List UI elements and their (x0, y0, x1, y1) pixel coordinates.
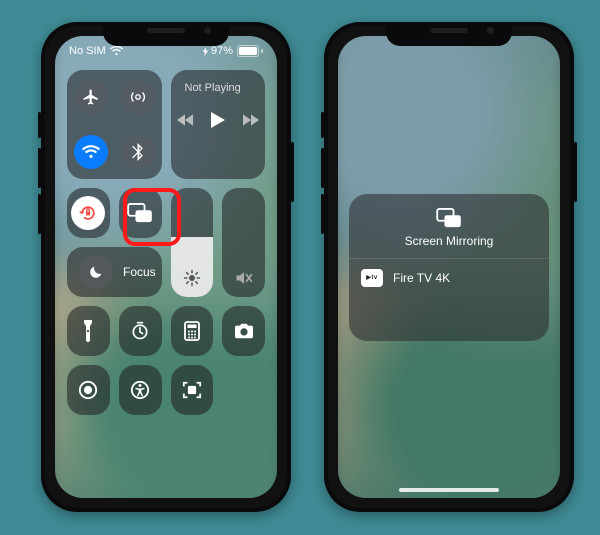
next-track-icon (243, 114, 259, 126)
carrier-label: No SIM (69, 45, 106, 57)
airdrop-button[interactable] (121, 80, 155, 114)
accessibility-icon (130, 380, 150, 400)
airdrop-icon (129, 88, 147, 106)
mirroring-device-name: Fire TV 4K (393, 271, 450, 285)
screen-mirroring-button[interactable] (119, 188, 162, 238)
home-indicator[interactable] (399, 488, 499, 492)
accessibility-button[interactable] (119, 365, 162, 415)
speaker-mute-icon (234, 269, 254, 287)
airplane-icon (82, 88, 100, 106)
mirroring-device-row[interactable]: ▶tv Fire TV 4K (349, 259, 549, 297)
phone-left: No SIM 97% (41, 22, 291, 512)
screen-right: Screen Mirroring ▶tv Fire TV 4K (338, 36, 560, 498)
control-center: Not Playing (55, 36, 277, 498)
focus-label: Focus (123, 265, 156, 279)
flashlight-button[interactable] (67, 306, 110, 356)
screen-left: No SIM 97% (55, 36, 277, 498)
timer-button[interactable] (119, 306, 162, 356)
mirroring-title: Screen Mirroring (405, 234, 494, 248)
bluetooth-icon (132, 143, 143, 161)
screen-record-button[interactable] (67, 365, 110, 415)
battery-pct: 97% (211, 45, 233, 57)
focus-button[interactable]: Focus (67, 247, 162, 297)
media-controls (177, 112, 259, 128)
brightness-fill (171, 237, 214, 297)
mirroring-header: Screen Mirroring (349, 194, 549, 259)
media-panel[interactable]: Not Playing (171, 70, 266, 179)
bluetooth-button[interactable] (121, 135, 155, 169)
mirroring-sheet: Screen Mirroring ▶tv Fire TV 4K (349, 194, 549, 341)
camera-icon (233, 322, 255, 340)
rotation-lock-icon (78, 203, 98, 223)
calculator-button[interactable] (171, 306, 214, 356)
play-icon (211, 112, 225, 128)
rotation-lock-button[interactable] (67, 188, 110, 238)
appletv-badge-icon: ▶tv (361, 269, 383, 287)
brightness-icon (183, 269, 201, 287)
airplane-mode-button[interactable] (74, 80, 108, 114)
connectivity-panel[interactable] (67, 70, 162, 179)
prev-track-icon (177, 114, 193, 126)
camera-button[interactable] (222, 306, 265, 356)
code-scanner-button[interactable] (171, 365, 214, 415)
media-title: Not Playing (185, 82, 241, 94)
phone-right: Screen Mirroring ▶tv Fire TV 4K (324, 22, 574, 512)
calculator-icon (184, 321, 200, 341)
record-icon (78, 380, 98, 400)
screen-mirroring-icon (127, 203, 153, 223)
wifi-status-icon (110, 46, 123, 56)
screen-mirroring-icon (436, 208, 462, 228)
brightness-slider[interactable] (171, 188, 214, 297)
wifi-button[interactable] (74, 135, 108, 169)
play-button[interactable] (211, 112, 225, 128)
next-track-button[interactable] (243, 114, 259, 126)
volume-slider[interactable] (222, 188, 265, 297)
prev-track-button[interactable] (177, 114, 193, 126)
wifi-icon (82, 145, 100, 159)
charge-bolt-icon (201, 47, 210, 56)
timer-icon (130, 321, 150, 341)
moon-icon (88, 264, 104, 280)
code-scanner-icon (182, 380, 202, 400)
battery-icon (237, 45, 263, 57)
flashlight-icon (81, 320, 95, 342)
